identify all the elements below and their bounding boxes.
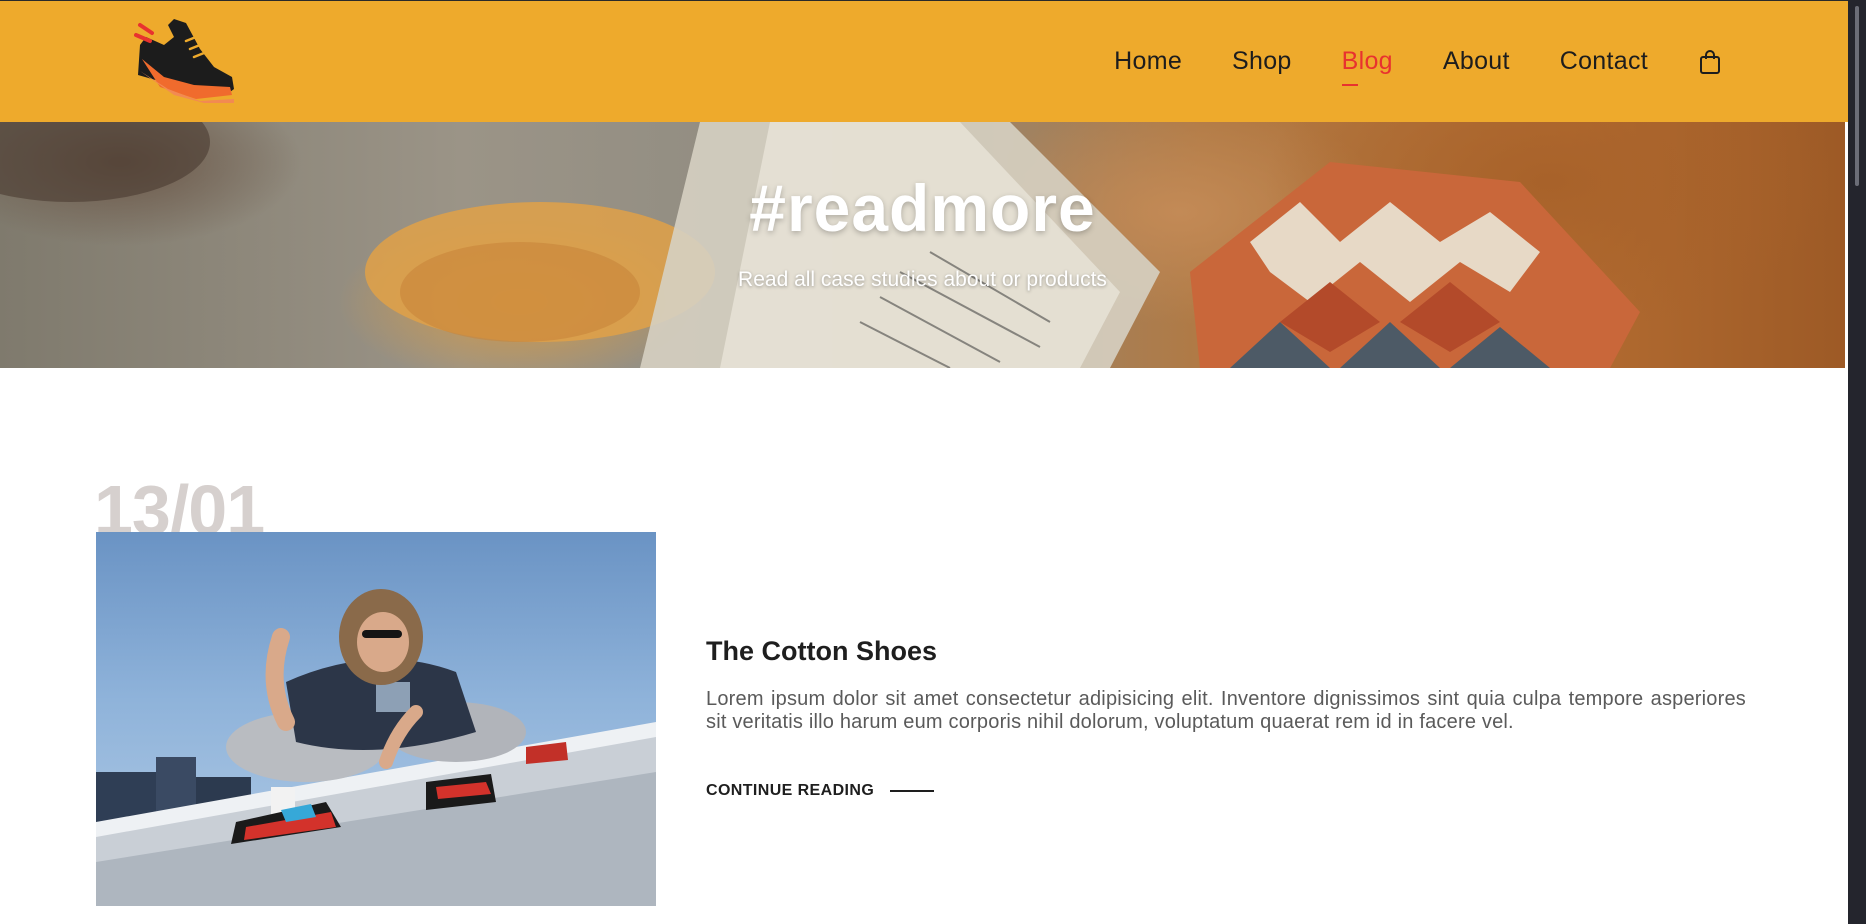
hero-subtitle: Read all case studies about or products bbox=[738, 268, 1107, 291]
continue-reading-label: CONTINUE READING bbox=[706, 782, 875, 799]
post-photo bbox=[96, 589, 656, 906]
nav-contact[interactable]: Contact bbox=[1560, 47, 1648, 76]
hero-banner: #readmore Read all case studies about or… bbox=[0, 122, 1845, 368]
continue-reading-link[interactable]: CONTINUE READING bbox=[706, 782, 935, 800]
sneaker-logo-icon[interactable] bbox=[134, 15, 238, 105]
page-scrollbar[interactable] bbox=[1848, 0, 1866, 924]
nav-about[interactable]: About bbox=[1443, 47, 1510, 76]
scrollbar-thumb[interactable] bbox=[1855, 6, 1859, 186]
nav-blog[interactable]: Blog bbox=[1341, 47, 1393, 86]
post-title[interactable]: The Cotton Shoes bbox=[706, 636, 937, 667]
main-nav: Home Shop Blog About Contact bbox=[1064, 1, 1722, 122]
read-more-line-decoration bbox=[890, 790, 935, 792]
page: Home Shop Blog About Contact #readmore R… bbox=[0, 0, 1866, 924]
nav-shop[interactable]: Shop bbox=[1232, 47, 1292, 76]
site-header: Home Shop Blog About Contact bbox=[0, 1, 1848, 122]
post-excerpt: Lorem ipsum dolor sit amet consectetur a… bbox=[706, 688, 1746, 733]
post-image[interactable] bbox=[96, 532, 656, 906]
hero-title: #readmore bbox=[749, 171, 1096, 245]
nav-home[interactable]: Home bbox=[1114, 47, 1182, 76]
shopping-bag-icon[interactable] bbox=[1698, 49, 1722, 75]
